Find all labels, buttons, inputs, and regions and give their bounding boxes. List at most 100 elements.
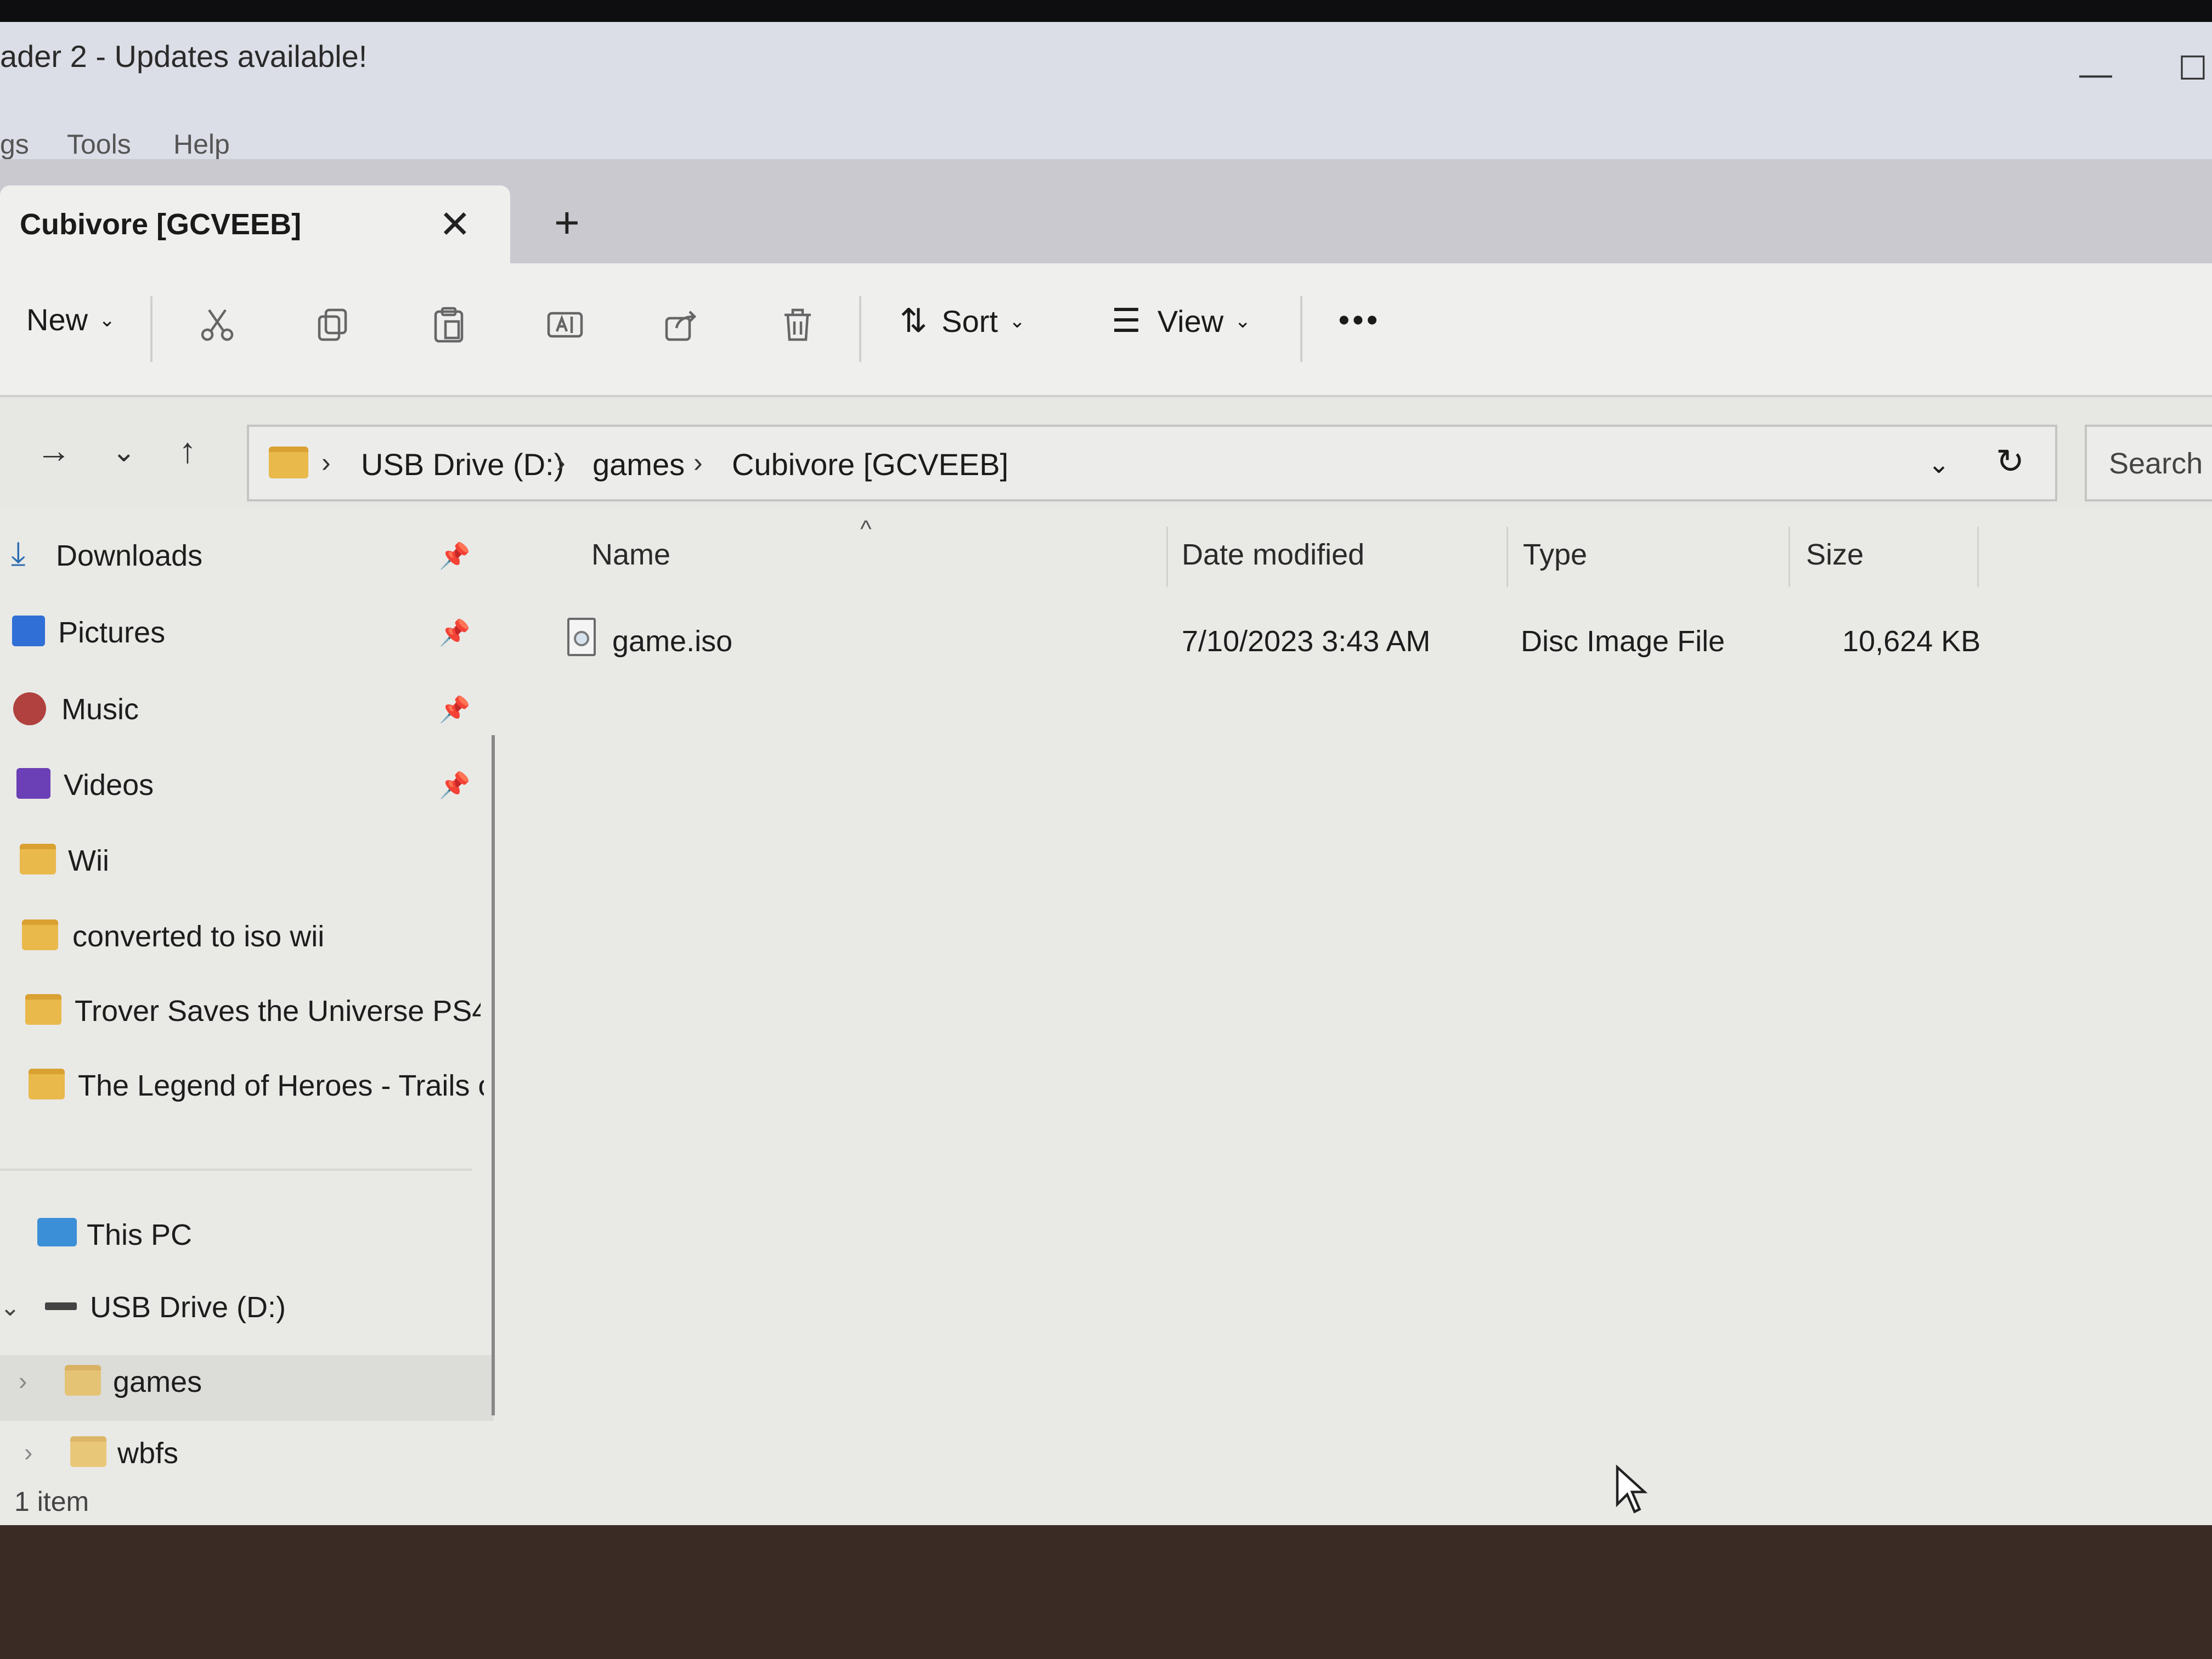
column-header-name[interactable]: Name [591,538,670,572]
folder-icon [65,1365,101,1396]
address-row: → ⌄ ↑ › USB Drive (D:) › games › Cubivor… [0,395,2212,507]
column-divider[interactable] [1166,527,1168,587]
sidebar-scrollbar[interactable] [492,735,495,1415]
folder-icon [269,447,308,478]
sidebar-item-wii[interactable]: Wii [0,832,494,892]
folder-icon [22,919,58,950]
new-tab-button[interactable]: + [554,198,580,248]
search-input[interactable]: Search C [2109,447,2212,481]
refresh-icon[interactable]: ↻ [1996,441,2024,481]
sidebar-item-label: Videos [64,769,154,802]
tab-cubivore[interactable]: Cubivore [GCVEEB] ✕ [0,185,510,263]
usb-drive-icon [45,1302,77,1310]
sidebar-item-trover[interactable]: Trover Saves the Universe PS4-DU [0,982,494,1042]
pin-icon[interactable]: 📌 [439,618,470,648]
toolbar-divider [1300,296,1302,362]
menu-help[interactable]: Help [173,128,230,160]
sort-label: Sort [941,303,998,338]
file-size: 10,624 KB [1842,625,1981,658]
close-tab-icon[interactable]: ✕ [439,202,471,247]
new-button-label: New [26,302,88,337]
column-divider[interactable] [1506,527,1508,587]
sidebar-item-music[interactable]: Music 📌 [0,680,494,741]
sidebar-item-games[interactable]: › games [0,1353,494,1413]
file-list: ^ Name Date modified Type Size game.iso … [516,505,2212,1514]
sort-button[interactable]: ⇅ Sort ⌄ [900,302,1025,340]
breadcrumb-cubivore[interactable]: Cubivore [GCVEEB] [732,447,1008,482]
file-type: Disc Image File [1521,625,1725,658]
sidebar-item-videos[interactable]: Videos 📌 [0,756,494,816]
sidebar-item-converted-to-iso-wii[interactable]: converted to iso wii [0,907,494,968]
toolbar-divider [859,296,861,362]
chevron-down-icon: ⌄ [1234,309,1251,332]
sidebar-item-label: Trover Saves the Universe PS4-DU [75,995,481,1028]
sidebar-item-this-pc[interactable]: This PC [0,1206,494,1266]
monitor-bezel [0,1525,2212,1659]
sidebar-item-downloads[interactable]: ⤓ Downloads 📌 [0,527,494,587]
pin-icon[interactable]: 📌 [439,695,470,725]
sidebar-item-pictures[interactable]: Pictures 📌 [0,603,494,664]
cut-icon[interactable] [198,305,237,345]
tab-title: Cubivore [GCVEEB] [20,208,302,241]
rename-icon[interactable] [545,305,585,345]
recent-locations-icon[interactable]: ⌄ [112,436,136,469]
pin-icon[interactable]: 📌 [439,770,470,800]
chevron-right-icon[interactable]: › [19,1366,55,1397]
chevron-down-icon[interactable]: ⌄ [0,1294,36,1324]
disc-image-icon [567,618,596,656]
minimize-button[interactable]: — [2079,55,2112,93]
view-icon: ☰ [1111,302,1141,339]
column-header-date-modified[interactable]: Date modified [1182,538,1364,572]
address-dropdown-icon[interactable]: ⌄ [1928,449,1950,479]
sidebar-item-usb-drive[interactable]: ⌄ USB Drive (D:) [0,1278,494,1339]
view-button[interactable]: ☰ View ⌄ [1111,302,1251,340]
view-label: View [1157,303,1224,338]
breadcrumb-usb-drive[interactable]: USB Drive (D:) [361,447,564,482]
menu-tools[interactable]: Tools [67,128,131,160]
music-icon [13,692,46,725]
paste-icon[interactable] [429,305,469,345]
title-bar: ader 2 - Updates available! — ☐ [0,22,2212,115]
search-box[interactable]: Search C [2085,425,2212,501]
pictures-icon [12,616,45,646]
breadcrumb-games[interactable]: games [592,447,685,482]
chevron-right-icon: › [321,447,331,478]
menu-settings[interactable]: gs [0,128,29,160]
sort-icon: ⇅ [900,302,928,339]
chevron-right-icon: › [556,447,566,478]
window-title: ader 2 - Updates available! [0,39,368,74]
folder-icon [29,1069,65,1099]
column-header-type[interactable]: Type [1523,538,1587,572]
sidebar-item-wbfs[interactable]: › wbfs [0,1424,494,1485]
item-count: 1 item [14,1486,89,1517]
more-options-button[interactable]: ••• [1339,302,1381,337]
chevron-right-icon: › [693,447,703,478]
maximize-button[interactable]: ☐ [2178,49,2208,88]
download-icon: ⤓ [11,535,26,572]
sidebar-item-label: USB Drive (D:) [90,1291,286,1324]
videos-icon [16,768,50,799]
column-header-size[interactable]: Size [1806,538,1864,572]
address-bar[interactable]: › USB Drive (D:) › games › Cubivore [GCV… [247,425,2057,501]
navigation-pane: ⤓ Downloads 📌 Pictures 📌 Music 📌 Videos … [0,505,516,1514]
sidebar-item-legend-of-heroes[interactable]: The Legend of Heroes - Trails of ( [0,1057,494,1117]
toolbar-divider [150,296,153,362]
up-icon[interactable]: ↑ [179,430,196,471]
column-divider[interactable] [1788,527,1790,587]
file-date-modified: 7/10/2023 3:43 AM [1182,625,1431,658]
file-explorer-window: ader 2 - Updates available! — ☐ gs Tools… [0,22,2212,1525]
sidebar-item-label: converted to iso wii [72,920,325,953]
new-button[interactable]: New ⌄ [0,302,115,337]
sidebar-item-label: The Legend of Heroes - Trails of ( [78,1069,484,1102]
share-icon[interactable] [662,305,701,345]
delete-icon[interactable] [778,305,817,345]
sidebar-item-label: Wii [68,844,109,877]
pin-icon[interactable]: 📌 [439,541,470,571]
copy-icon[interactable] [313,305,352,345]
sidebar-item-label: games [113,1365,202,1398]
forward-icon[interactable]: → [36,430,71,471]
chevron-right-icon[interactable]: › [24,1437,60,1468]
folder-icon [20,844,56,874]
column-divider[interactable] [1977,527,1979,587]
computer-icon [37,1218,77,1246]
